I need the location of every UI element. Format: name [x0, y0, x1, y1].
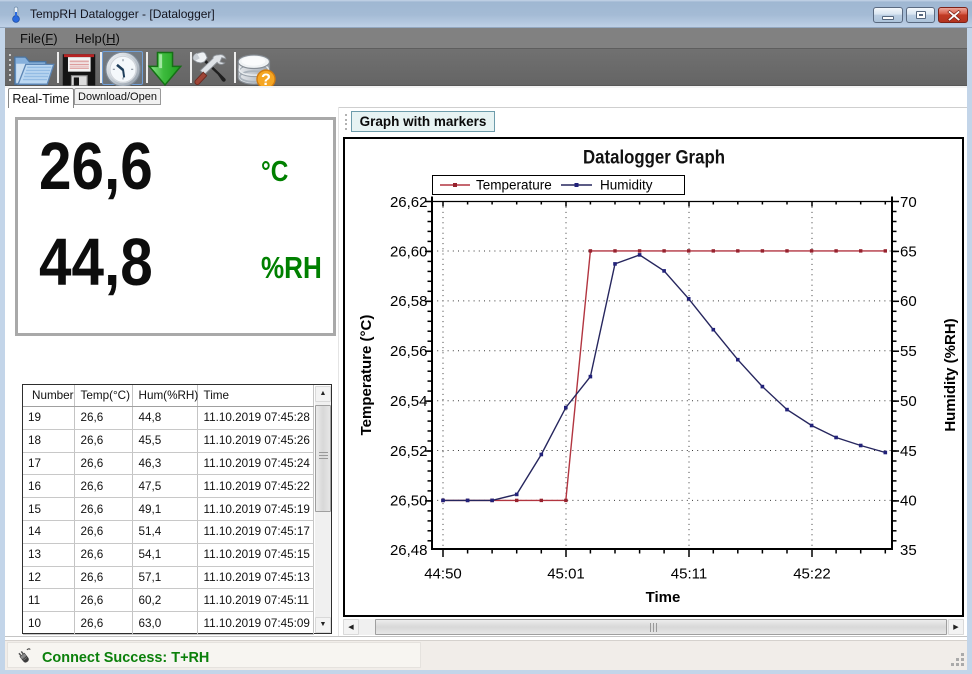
svg-text:26,48: 26,48: [390, 542, 428, 559]
svg-text:26,54: 26,54: [390, 393, 428, 410]
svg-text:Humidity (%RH): Humidity (%RH): [942, 318, 959, 431]
svg-text:45:01: 45:01: [547, 566, 585, 583]
svg-text:45:22: 45:22: [793, 566, 831, 583]
svg-text:26,56: 26,56: [390, 343, 428, 360]
svg-text:Temperature: Temperature: [476, 178, 552, 193]
svg-text:35: 35: [900, 542, 917, 559]
svg-text:45:11: 45:11: [671, 566, 707, 583]
svg-text:70: 70: [900, 194, 917, 211]
svg-text:Temperature (°C): Temperature (°C): [358, 315, 375, 436]
svg-text:26,58: 26,58: [390, 293, 428, 310]
svg-text:60: 60: [900, 293, 917, 310]
svg-text:55: 55: [900, 343, 917, 360]
svg-text:26,52: 26,52: [390, 443, 428, 460]
svg-text:65: 65: [900, 243, 917, 260]
svg-text:26,62: 26,62: [390, 194, 428, 211]
svg-text:40: 40: [900, 493, 917, 510]
svg-text:45: 45: [900, 443, 917, 460]
svg-text:26,60: 26,60: [390, 243, 428, 260]
svg-text:Time: Time: [646, 589, 681, 606]
svg-text:44:50: 44:50: [424, 566, 462, 583]
svg-text:Humidity: Humidity: [600, 178, 653, 193]
svg-text:50: 50: [900, 393, 917, 410]
svg-text:26,50: 26,50: [390, 493, 428, 510]
svg-text:Datalogger Graph: Datalogger Graph: [583, 148, 725, 169]
